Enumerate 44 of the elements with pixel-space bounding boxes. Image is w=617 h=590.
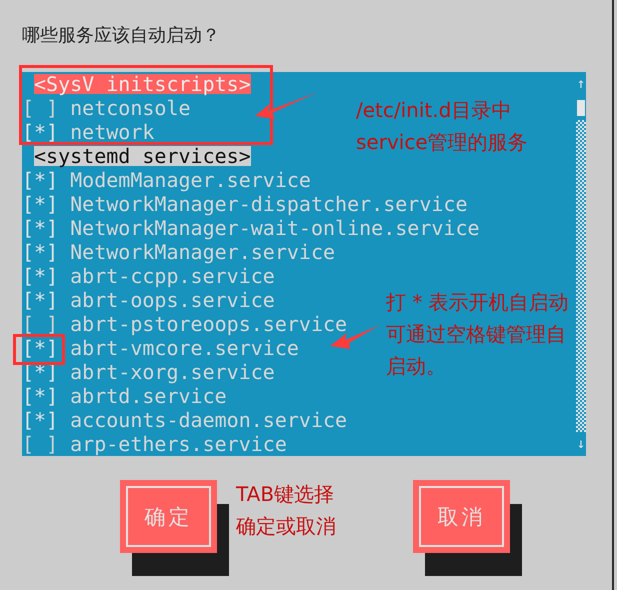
scroll-up-arrow[interactable]: ↑ — [576, 72, 586, 96]
annotation-text: service管理的服务 — [356, 129, 528, 156]
dialog-prompt: 哪些服务应该自动启动？ — [21, 24, 221, 48]
checkbox[interactable]: [*] — [22, 410, 58, 430]
service-name[interactable]: NetworkManager-wait-online.service — [70, 218, 480, 238]
annotation-text: 可通过空格键管理自 — [386, 321, 567, 348]
checkbox[interactable]: [*] — [22, 290, 58, 310]
checkbox[interactable]: [*] — [22, 122, 58, 142]
service-name[interactable]: abrt-xorg.service — [70, 362, 275, 382]
checkbox[interactable]: [*] — [22, 242, 58, 262]
service-name[interactable]: ModemManager.service — [70, 170, 311, 190]
service-name[interactable]: arp-ethers.service — [70, 434, 287, 454]
annotation-text: TAB键选择 — [236, 481, 336, 508]
checkbox[interactable]: [*] — [22, 338, 58, 358]
pointer-arrow — [255, 92, 318, 119]
service-name[interactable]: abrt-ccpp.service — [70, 266, 275, 286]
annotation-text: 启动。 — [386, 353, 447, 380]
highlight-frame — [13, 334, 65, 365]
section-header[interactable]: <SysV initscripts> — [34, 74, 251, 94]
service-name[interactable]: abrt-vmcore.service — [70, 338, 299, 358]
service-name[interactable]: abrt-oops.service — [70, 290, 275, 310]
service-name[interactable]: abrt-pstoreoops.service — [70, 314, 348, 334]
checkbox[interactable]: [*] — [22, 266, 58, 286]
checkbox[interactable]: [*] — [22, 170, 58, 190]
section-header[interactable]: <systemd services> — [34, 146, 251, 166]
annotation-text: /etc/init.d目录中 — [356, 97, 512, 124]
checkbox[interactable]: [ ] — [22, 434, 58, 454]
dialog-button[interactable]: 取消 — [413, 480, 510, 553]
service-name[interactable]: abrtd.service — [70, 386, 227, 406]
annotation-text: 确定或取消 — [236, 513, 336, 540]
service-name[interactable]: network — [70, 122, 154, 142]
checkbox[interactable]: [*] — [22, 218, 58, 238]
service-name[interactable]: NetworkManager.service — [70, 242, 336, 262]
checkbox[interactable]: [*] — [22, 386, 58, 406]
service-name[interactable]: netconsole — [70, 98, 191, 118]
service-name[interactable]: NetworkManager-dispatcher.service — [70, 194, 468, 214]
scroll-down-arrow[interactable]: ↓ — [576, 432, 586, 456]
service-name[interactable]: accounts-daemon.service — [70, 410, 348, 430]
checkbox[interactable]: [ ] — [22, 314, 58, 334]
checkbox[interactable]: [ ] — [22, 98, 58, 118]
dialog-button[interactable]: 确定 — [120, 480, 217, 553]
checkbox[interactable]: [*] — [22, 194, 58, 214]
scrollbar-thumb[interactable] — [577, 100, 585, 116]
annotation-text: 打 * 表示开机自启动 — [386, 289, 569, 316]
